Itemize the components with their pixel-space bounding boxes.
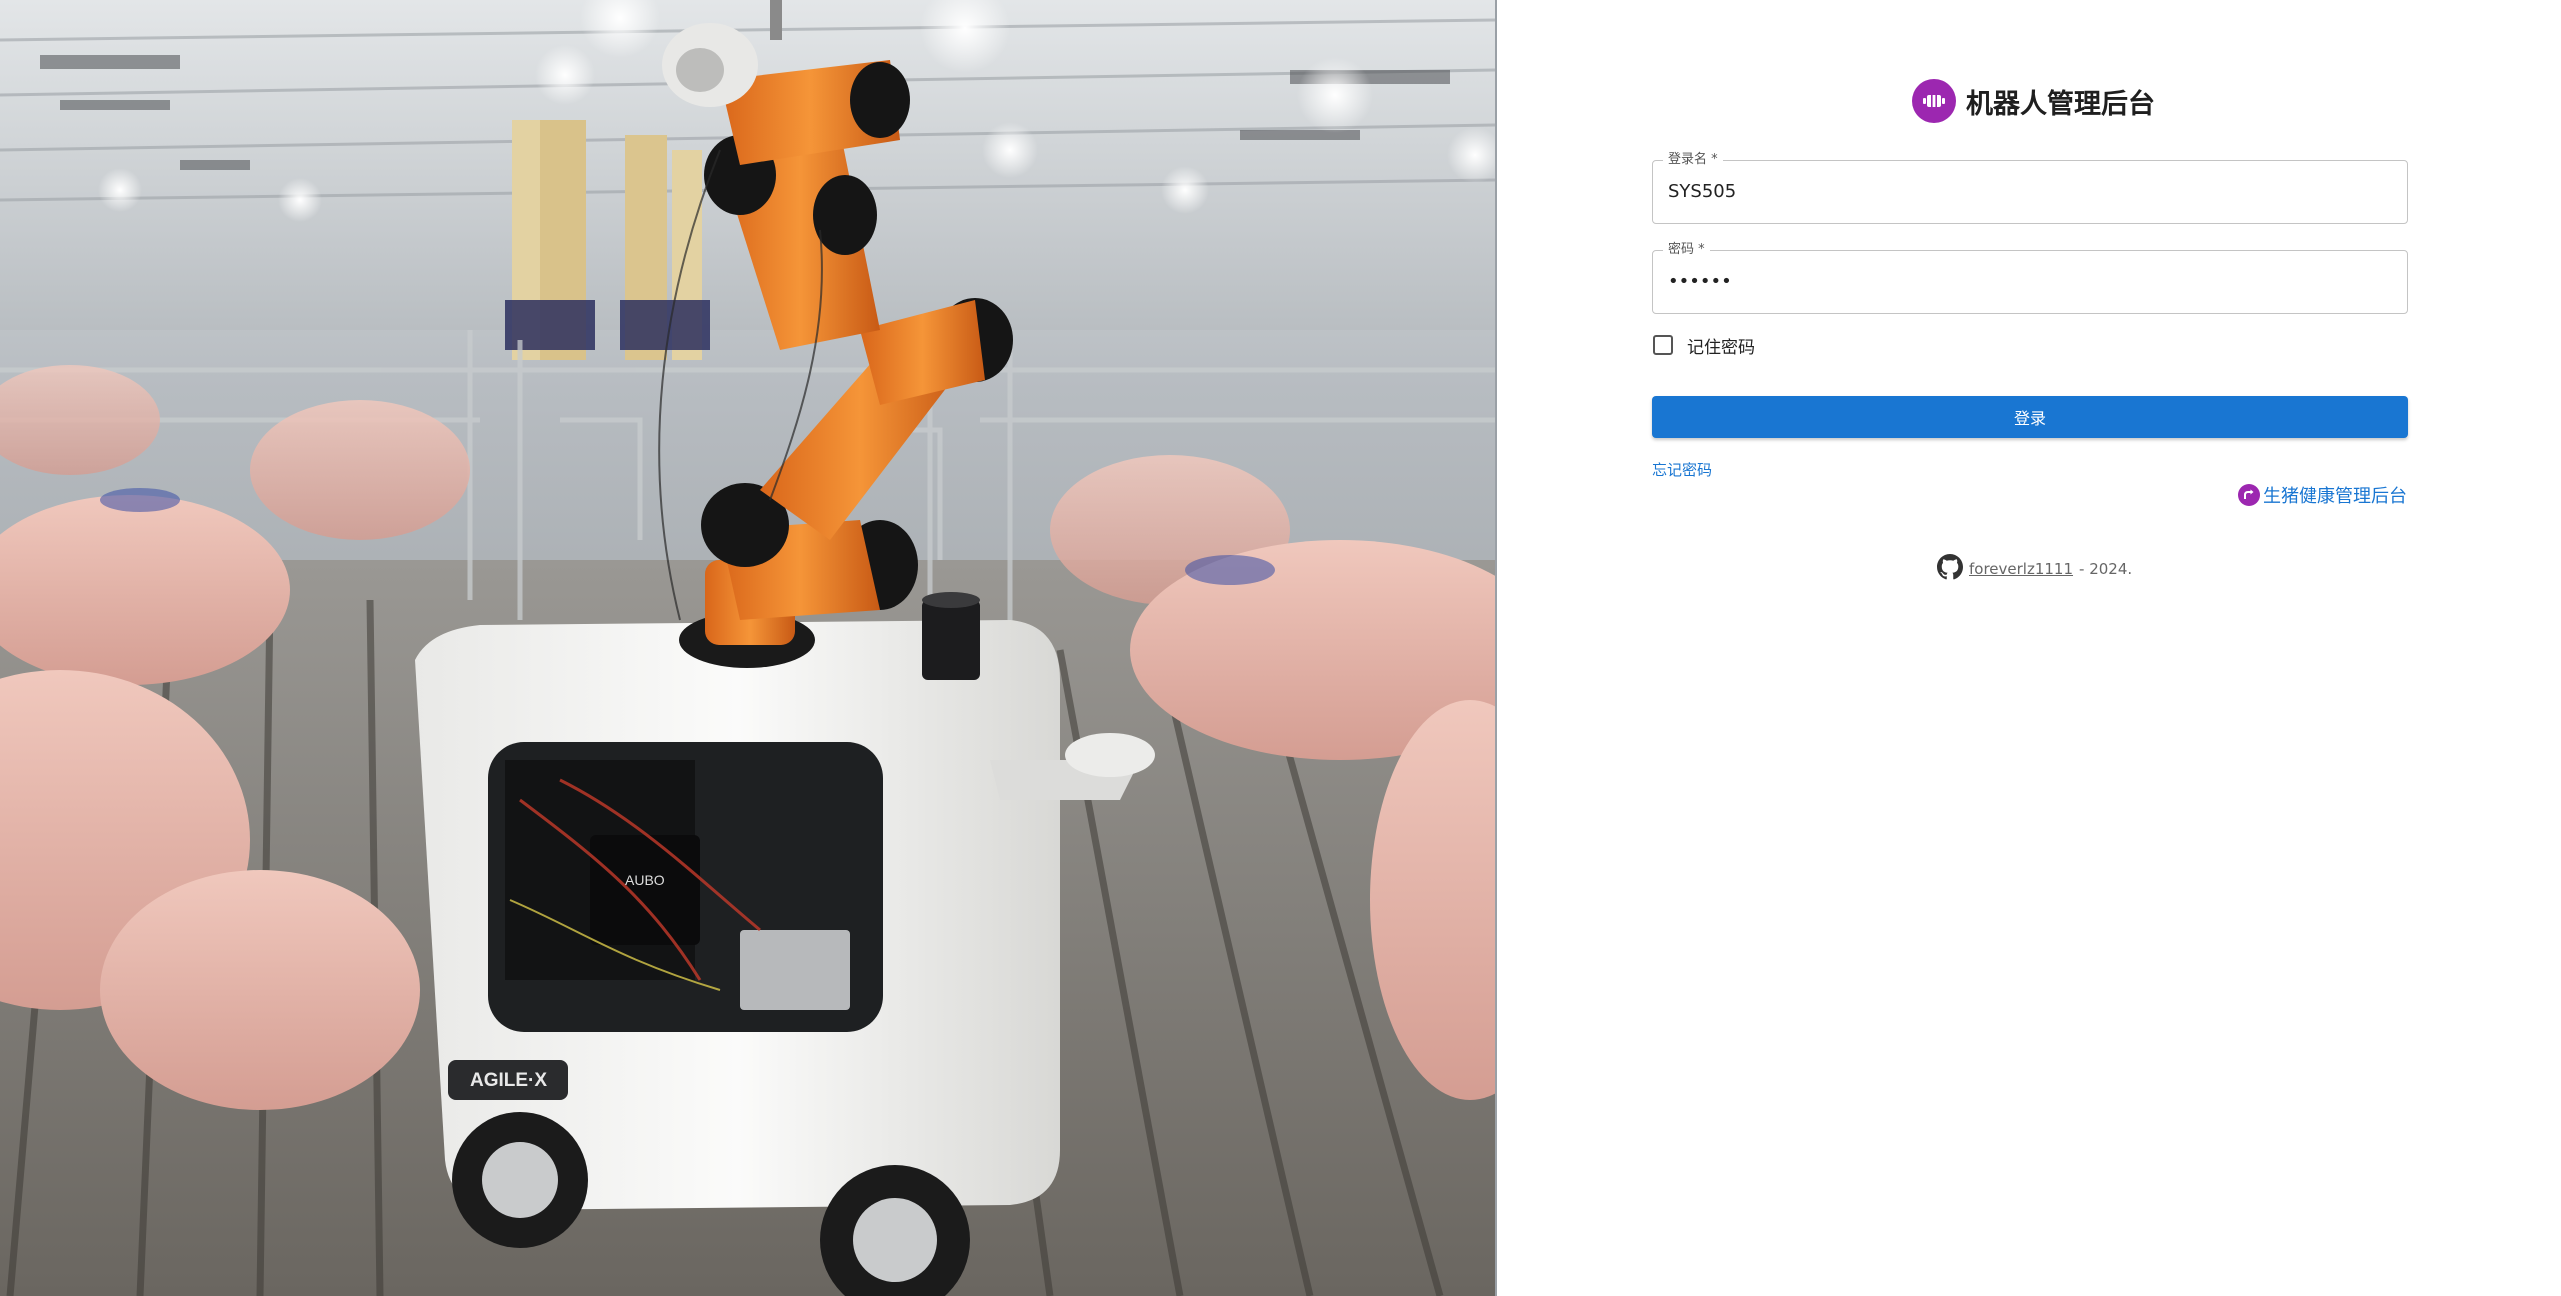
hero-image: AGILE·X AUBO — [0, 0, 1495, 1296]
remember-checkbox[interactable] — [1653, 335, 1673, 355]
author-link[interactable]: foreverlz1111 — [1969, 560, 2073, 578]
username-input[interactable] — [1668, 161, 2388, 222]
remember-password[interactable]: 记住密码 — [1652, 333, 1755, 358]
agilex-plate: AGILE·X — [470, 1070, 547, 1091]
password-input[interactable] — [1668, 251, 2388, 312]
barn-robot-illustration: AGILE·X AUBO — [0, 0, 1495, 1296]
password-field[interactable]: 密码 * — [1652, 242, 2408, 314]
username-field[interactable]: 登录名 * — [1652, 152, 2408, 224]
brand-header: 机器人管理后台 — [1912, 78, 2155, 124]
pig-health-admin-label: 生猪健康管理后台 — [2263, 486, 2407, 507]
github-icon — [1937, 554, 1963, 584]
page-title: 机器人管理后台 — [1966, 88, 2155, 120]
pig-health-admin-link[interactable]: 生猪健康管理后台 — [2238, 482, 2407, 508]
robot-badge-icon — [1912, 79, 1956, 123]
remember-label: 记住密码 — [1687, 337, 1755, 358]
footer: foreverlz1111 - 2024. — [1937, 554, 2133, 584]
login-button[interactable]: 登录 — [1652, 396, 2408, 438]
forgot-password-link[interactable]: 忘记密码 — [1652, 459, 1712, 480]
redirect-icon — [2238, 484, 2260, 506]
copyright-year: - 2024. — [2079, 560, 2133, 578]
aubo-label: AUBO — [625, 872, 665, 888]
